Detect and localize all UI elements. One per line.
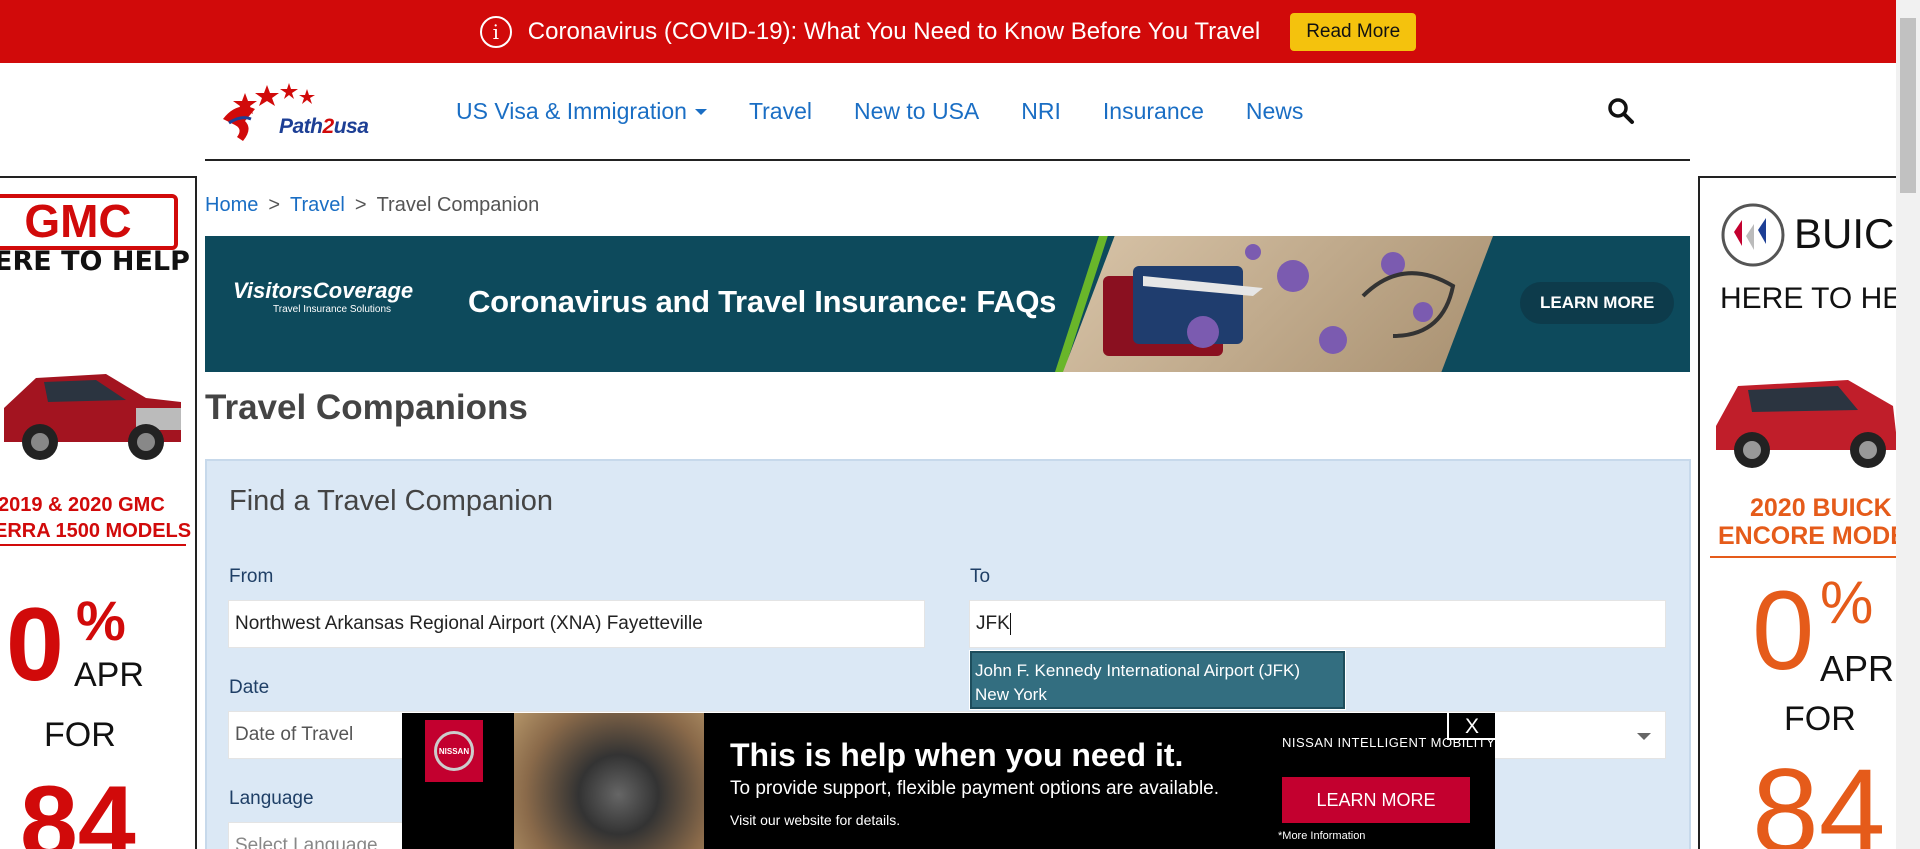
viewport: i Coronavirus (COVID-19): What You Need … — [0, 0, 1920, 849]
autocomplete-line2: New York — [975, 685, 1047, 704]
page-scrollbar[interactable] — [1896, 0, 1920, 849]
virus-image — [1103, 244, 1456, 356]
left-ad-divider — [0, 544, 186, 546]
gmc-logo-icon: GMC — [0, 194, 178, 250]
read-more-button[interactable]: Read More — [1290, 12, 1417, 51]
left-ad-apr: APR — [74, 656, 144, 694]
caret-down-icon — [694, 109, 707, 116]
svg-text:GMC: GMC — [24, 195, 131, 247]
chevron-down-icon — [1637, 733, 1651, 740]
nissan-headline: This is help when you need it. — [730, 737, 1184, 773]
right-ad-for: FOR — [1784, 700, 1856, 738]
breadcrumb-separator: > — [354, 194, 367, 216]
nissan-overlay-ad[interactable]: X NISSAN This is help when you need it. … — [402, 713, 1495, 849]
left-ad-headline: ERE TO HELP — [0, 246, 190, 277]
right-ad-sub1: 2020 BUICK — [1750, 494, 1892, 522]
airport-autocomplete-option[interactable]: John F. Kennedy International Airport (J… — [969, 650, 1346, 710]
truck-image — [4, 374, 181, 460]
right-ad-num: 84 — [1752, 744, 1886, 849]
right-buick-ad[interactable]: BUIC HERE TO HE 2020 BUICK ENCORE MODE 0… — [1698, 176, 1896, 849]
banner-image — [1063, 236, 1493, 372]
language-label: Language — [229, 788, 314, 809]
right-ad-sub2: ENCORE MODE — [1718, 522, 1896, 550]
nissan-logo: NISSAN — [425, 720, 483, 782]
visitorscoverage-banner[interactable]: VisitorsCoverage Travel Insurance Solutio… — [205, 236, 1690, 372]
site-header: Path2usa US Visa & Immigration Travel Ne… — [205, 63, 1690, 161]
main-nav: US Visa & Immigration Travel New to USA … — [456, 63, 1303, 159]
nissan-more-info[interactable]: *More Information — [1278, 830, 1365, 842]
form-title: Find a Travel Companion — [229, 485, 553, 517]
left-ad-sub2: ERRA 1500 MODELS — [0, 520, 192, 542]
left-ad-percent: % — [76, 589, 126, 652]
left-ad-sub1: 2019 & 2020 GMC — [0, 494, 165, 516]
nav-new-to-usa[interactable]: New to USA — [854, 98, 979, 125]
from-label: From — [229, 566, 274, 587]
right-ad-zero: 0 — [1752, 568, 1815, 693]
logo-text: Path2usa — [279, 115, 369, 138]
left-ad-for: FOR — [44, 716, 116, 754]
nav-travel[interactable]: Travel — [749, 98, 812, 125]
page-title: Travel Companions — [205, 388, 528, 427]
nissan-small-line: Visit our website for details. — [730, 812, 901, 828]
nav-us-visa-immigration[interactable]: US Visa & Immigration — [456, 98, 707, 125]
buick-logo-icon — [1721, 203, 1785, 267]
left-ad-num: 84 — [20, 765, 136, 849]
nissan-tagline: NISSAN INTELLIGENT MOBILITY — [1282, 735, 1496, 750]
scrollbar-thumb[interactable] — [1900, 18, 1916, 193]
path2usa-logo[interactable]: Path2usa — [215, 79, 400, 149]
nissan-car-image — [514, 713, 704, 849]
alert-text: Coronavirus (COVID-19): What You Need to… — [527, 17, 1261, 45]
right-ad-brand: BUIC — [1794, 210, 1895, 257]
info-circle-icon: i — [479, 15, 512, 48]
banner-title: Coronavirus and Travel Insurance: FAQs — [468, 284, 1057, 319]
date-label: Date — [229, 677, 270, 698]
right-ad-apr: APR — [1820, 648, 1895, 689]
autocomplete-line1: John F. Kennedy International Airport (J… — [975, 661, 1301, 680]
search-icon[interactable] — [1607, 97, 1635, 125]
breadcrumb-home[interactable]: Home — [205, 194, 258, 217]
right-ad-headline: HERE TO HE — [1720, 282, 1896, 315]
breadcrumb-current: Travel Companion — [376, 194, 540, 216]
banner-learn-more-button[interactable]: LEARN MORE — [1520, 282, 1675, 324]
nav-insurance[interactable]: Insurance — [1103, 98, 1204, 125]
right-ad-divider — [1710, 556, 1896, 558]
from-input[interactable]: Northwest Arkansas Regional Airport (XNA… — [228, 600, 925, 648]
nissan-ring-icon: NISSAN — [434, 731, 474, 771]
nissan-subline: To provide support, flexible payment opt… — [730, 778, 1220, 799]
breadcrumb-travel[interactable]: Travel — [290, 194, 345, 217]
left-gmc-ad[interactable]: GMC ERE TO HELP 2019 & 2020 GMC ERRA 150… — [0, 176, 197, 849]
visitorscoverage-logo: VisitorsCoverage Travel Insurance Solutio… — [233, 278, 414, 315]
nissan-learn-more-button[interactable]: LEARN MORE — [1282, 777, 1470, 823]
right-ad-percent: % — [1820, 569, 1874, 636]
to-input[interactable]: JFK — [969, 600, 1666, 648]
nav-nri[interactable]: NRI — [1021, 98, 1061, 125]
text-cursor — [1009, 613, 1011, 635]
to-label: To — [970, 566, 991, 587]
covid-alert-bar: i Coronavirus (COVID-19): What You Need … — [0, 0, 1896, 63]
nav-news[interactable]: News — [1246, 98, 1304, 125]
breadcrumb: Home > Travel > Travel Companion — [205, 194, 539, 217]
suv-image — [1716, 380, 1896, 468]
left-ad-zero: 0 — [6, 587, 64, 703]
breadcrumb-separator: > — [268, 194, 281, 216]
